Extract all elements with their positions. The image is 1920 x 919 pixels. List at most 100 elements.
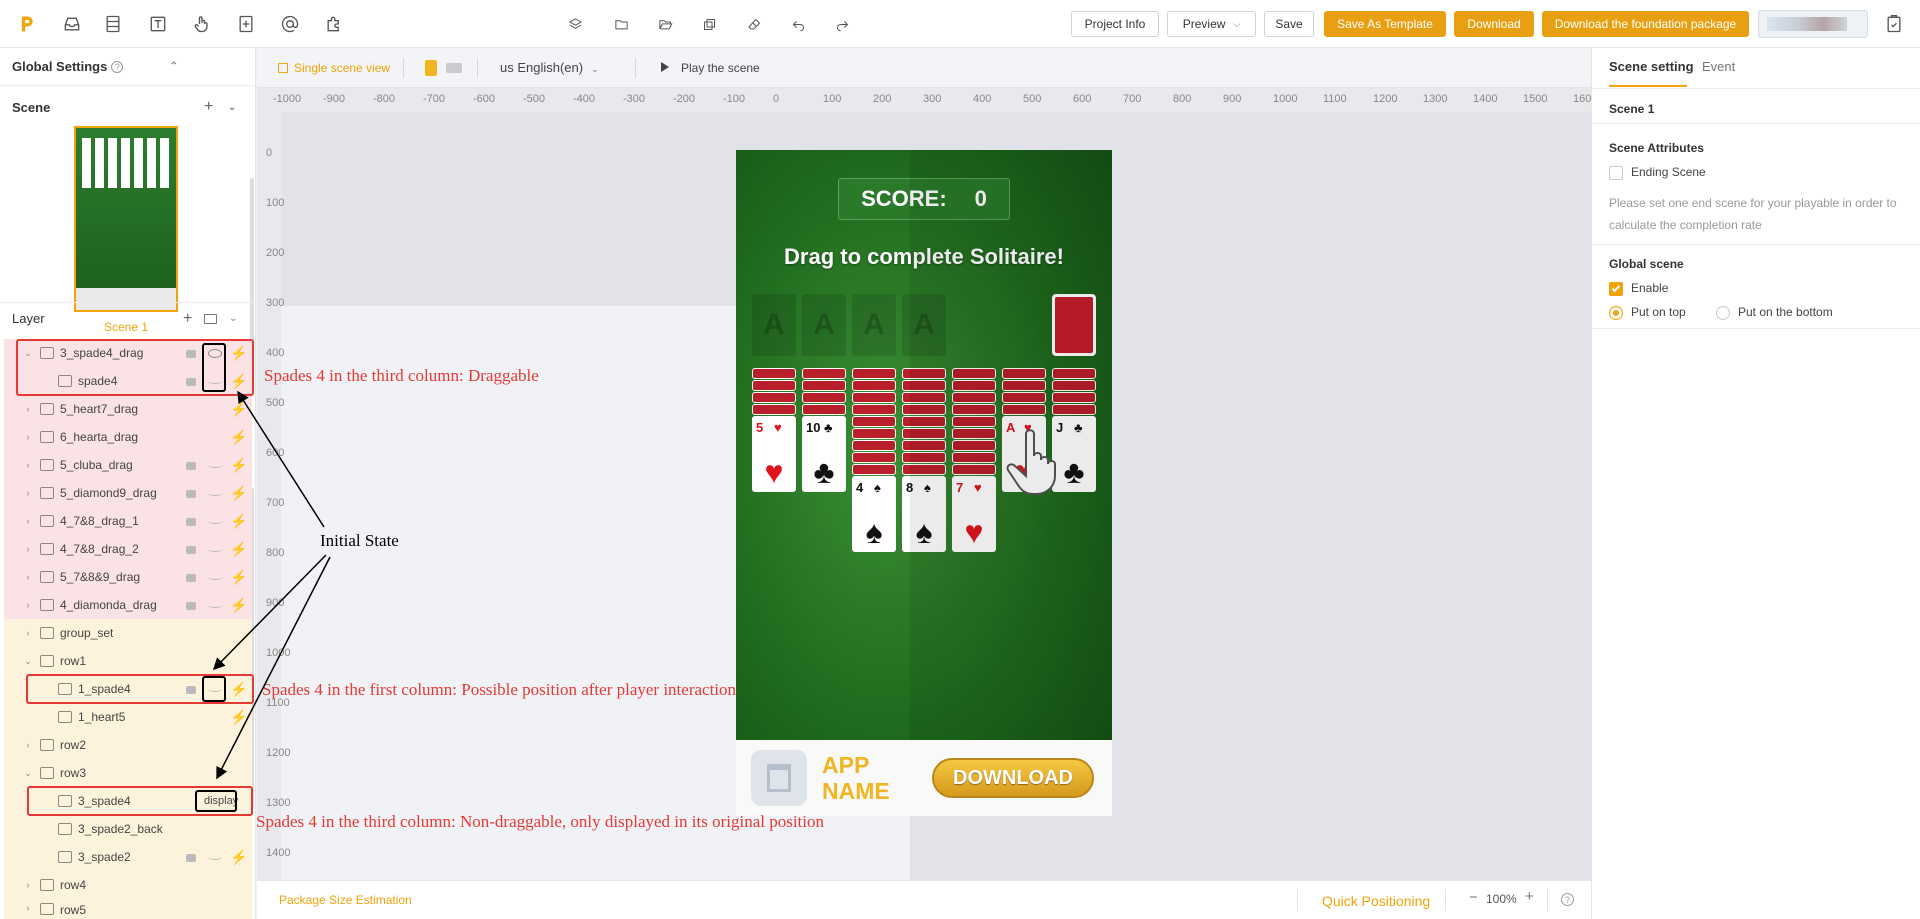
add-layer-icon[interactable]: + xyxy=(183,310,192,328)
add-scene-icon[interactable]: + xyxy=(204,98,213,116)
redo-icon[interactable] xyxy=(830,12,854,36)
chevron-right-icon[interactable]: › xyxy=(22,404,34,414)
lock-icon[interactable] xyxy=(186,490,196,498)
component-icon[interactable] xyxy=(234,12,258,36)
preview-button[interactable]: Preview ⌵ xyxy=(1167,11,1256,37)
chevron-right-icon[interactable]: › xyxy=(22,572,34,582)
bolt-icon[interactable]: ⚡ xyxy=(230,513,247,530)
chevron-right-icon[interactable]: › xyxy=(22,600,34,610)
hand-icon[interactable] xyxy=(190,12,214,36)
chevron-right-icon[interactable]: › xyxy=(22,516,34,526)
plugin-icon[interactable] xyxy=(322,12,346,36)
bolt-icon[interactable]: ⚡ xyxy=(230,485,247,502)
play-scene-button[interactable]: Play the scene xyxy=(681,61,760,75)
bolt-icon[interactable]: ⚡ xyxy=(230,457,247,474)
layer-item[interactable]: › 5_heart7_drag ⚡ xyxy=(4,395,252,423)
enable-checkbox[interactable]: Enable xyxy=(1609,281,1668,296)
layers-icon[interactable] xyxy=(563,12,587,36)
game-preview[interactable]: SCORE: 0 Drag to complete Solitaire! A A … xyxy=(736,150,1112,816)
tab-event[interactable]: Event xyxy=(1702,59,1735,74)
folder-open-icon[interactable] xyxy=(653,12,677,36)
foundation-slot[interactable]: A xyxy=(802,294,846,356)
eraser-icon[interactable] xyxy=(742,12,766,36)
text-icon[interactable] xyxy=(146,12,170,36)
package-size-link[interactable]: Package Size Estimation xyxy=(279,893,412,907)
quick-positioning-button[interactable]: Quick Positioning xyxy=(1322,893,1430,909)
chevron-down-icon[interactable]: ⌄ xyxy=(22,768,34,779)
lock-icon[interactable] xyxy=(186,462,196,470)
bolt-icon[interactable]: ⚡ xyxy=(230,849,247,866)
chevron-right-icon[interactable]: › xyxy=(22,740,34,750)
layer-item[interactable]: ⌄ row3 xyxy=(4,759,252,787)
eye-closed-icon[interactable] xyxy=(208,574,222,580)
playing-card[interactable]: 5 ♥ ♥ xyxy=(752,416,796,492)
folder-icon[interactable] xyxy=(609,12,633,36)
scene-thumbnail[interactable] xyxy=(74,126,178,312)
user-avatar[interactable] xyxy=(1758,10,1868,38)
undo-icon[interactable] xyxy=(786,12,810,36)
inbox-icon[interactable] xyxy=(60,12,84,36)
copy-icon[interactable] xyxy=(697,12,721,36)
put-on-bottom-radio[interactable]: Put on the bottom xyxy=(1716,305,1833,320)
playing-card[interactable]: 4 ♠ ♠ xyxy=(852,476,896,552)
chevron-down-icon[interactable]: ⌄ xyxy=(229,313,237,324)
lock-icon[interactable] xyxy=(186,602,196,610)
project-info-button[interactable]: Project Info xyxy=(1071,11,1159,37)
collapse-icon[interactable]: ⌃ xyxy=(170,61,178,72)
chevron-right-icon[interactable]: › xyxy=(22,488,34,498)
layer-item[interactable]: › group_set xyxy=(4,619,252,647)
color-swatch-gray[interactable] xyxy=(446,63,462,73)
lock-icon[interactable] xyxy=(186,854,196,862)
language-select[interactable]: us English(en) ⌄ xyxy=(500,60,599,75)
chevron-down-icon[interactable]: ⌄ xyxy=(228,102,236,113)
layout-icon[interactable] xyxy=(101,12,125,36)
ending-scene-checkbox[interactable]: Ending Scene xyxy=(1609,165,1706,180)
eye-closed-icon[interactable] xyxy=(208,518,222,524)
bolt-icon[interactable]: ⚡ xyxy=(230,569,247,586)
download-button[interactable]: Download xyxy=(1454,11,1534,37)
layer-item[interactable]: › 6_hearta_drag ⚡ xyxy=(4,423,252,451)
eye-closed-icon[interactable] xyxy=(208,490,222,496)
folder-icon[interactable] xyxy=(204,313,217,324)
foundation-slot[interactable]: A xyxy=(852,294,896,356)
tab-scene-setting[interactable]: Scene setting xyxy=(1609,59,1694,74)
chevron-down-icon[interactable]: ⌄ xyxy=(22,656,34,667)
layer-item[interactable]: › 4_7&8_drag_2 ⚡ xyxy=(4,535,252,563)
chevron-right-icon[interactable]: › xyxy=(22,880,34,890)
layer-item[interactable]: › 4_7&8_drag_1 ⚡ xyxy=(4,507,252,535)
layer-item[interactable]: › 5_7&8&9_drag ⚡ xyxy=(4,563,252,591)
bolt-icon[interactable]: ⚡ xyxy=(230,709,247,726)
lock-icon[interactable] xyxy=(186,574,196,582)
layer-item[interactable]: › row4 xyxy=(4,871,252,899)
chevron-right-icon[interactable]: › xyxy=(22,460,34,470)
bolt-icon[interactable]: ⚡ xyxy=(230,541,247,558)
bolt-icon[interactable]: ⚡ xyxy=(230,401,247,418)
save-as-template-button[interactable]: Save As Template xyxy=(1324,11,1446,37)
play-icon[interactable] xyxy=(661,62,669,72)
layer-item[interactable]: › row2 xyxy=(4,731,252,759)
put-on-top-radio[interactable]: Put on top xyxy=(1609,305,1686,320)
layer-item[interactable]: › 5_diamond9_drag ⚡ xyxy=(4,479,252,507)
clipboard-check-icon[interactable] xyxy=(1882,12,1906,36)
layer-item[interactable]: ⌄ row1 xyxy=(4,647,252,675)
layer-item[interactable]: 3_spade2 ⚡ xyxy=(4,843,252,871)
eye-closed-icon[interactable] xyxy=(208,462,222,468)
layer-item[interactable]: › row5 xyxy=(4,899,252,919)
lock-icon[interactable] xyxy=(186,518,196,526)
chevron-right-icon[interactable]: › xyxy=(22,628,34,638)
foundation-slot[interactable]: A xyxy=(752,294,796,356)
global-settings-header[interactable]: Global Settings ? ⌃ xyxy=(0,48,254,86)
bolt-icon[interactable]: ⚡ xyxy=(230,429,247,446)
bolt-icon[interactable]: ⚡ xyxy=(230,597,247,614)
layer-item[interactable]: 3_spade2_back xyxy=(4,815,252,843)
help-icon[interactable]: ? xyxy=(1561,893,1574,906)
zoom-in-button[interactable]: + xyxy=(1525,888,1534,905)
playing-card[interactable]: 10 ♣ ♣ xyxy=(802,416,846,492)
eye-closed-icon[interactable] xyxy=(208,546,222,552)
eye-closed-icon[interactable] xyxy=(208,602,222,608)
zoom-out-button[interactable]: − xyxy=(1469,889,1478,906)
single-scene-icon[interactable] xyxy=(278,63,288,73)
color-swatch-orange[interactable] xyxy=(425,60,437,76)
at-icon[interactable] xyxy=(278,12,302,36)
layer-item[interactable]: › 5_cluba_drag ⚡ xyxy=(4,451,252,479)
